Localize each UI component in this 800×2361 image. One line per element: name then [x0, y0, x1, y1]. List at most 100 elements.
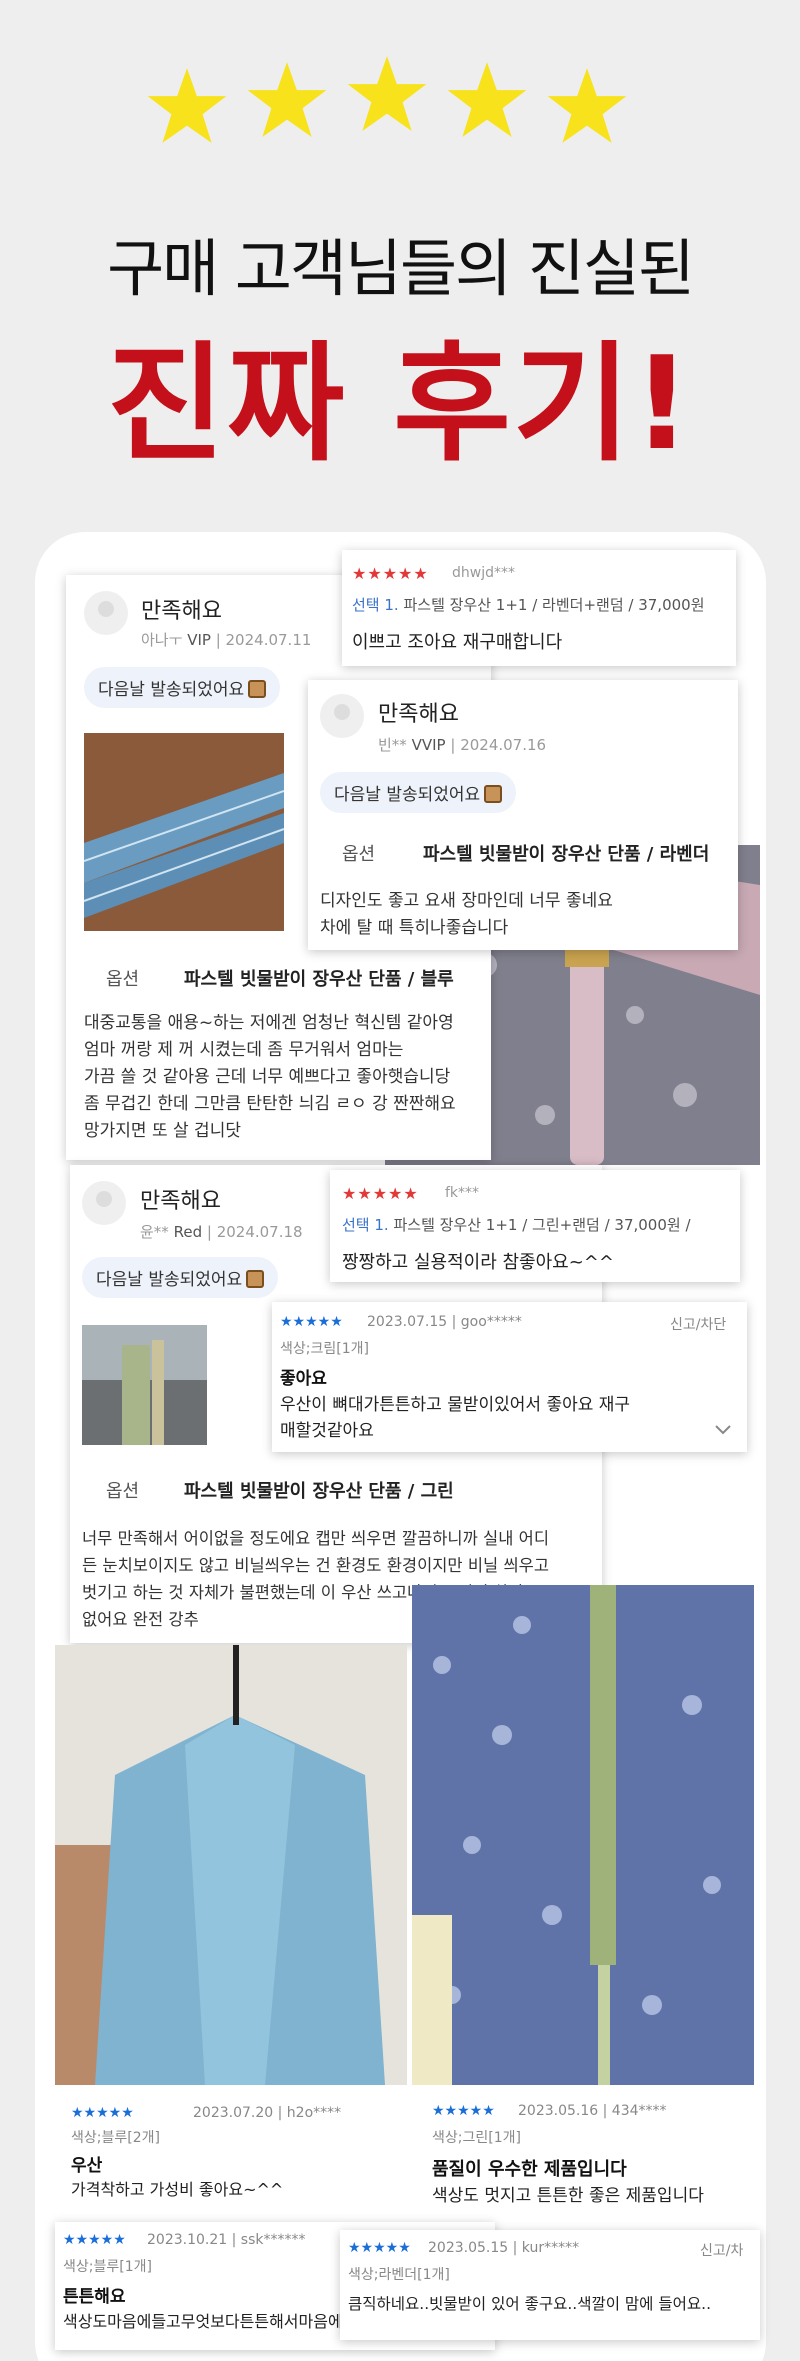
review-grade: VVIP	[411, 736, 446, 754]
review-option: 색상;그린[1개]	[432, 2130, 521, 2146]
review-option: 선택 1. 파스텔 장우산 1+1 / 그린+랜덤 / 37,000원 /	[342, 1214, 691, 1235]
review-user: 아나ㅜ	[141, 631, 183, 649]
review-card-6[interactable]: ★★★★★ 2023.07.15 | goo***** 신고/차단 색상;크림[…	[272, 1302, 747, 1452]
review-meta: 2023.07.20 | h2o****	[193, 2105, 342, 2121]
review-title: 만족해요	[378, 702, 459, 727]
option-value: 파스텔 빗물받이 장우산 단품 / 라벤더	[423, 844, 710, 865]
review-date: 2024.07.18	[216, 1223, 303, 1241]
review-date: 2024.07.16	[460, 736, 547, 754]
review-user: goo*****	[460, 1314, 522, 1330]
review-date: 2023.07.20	[193, 2105, 274, 2121]
review-option: 색상;블루[2개]	[71, 2130, 160, 2146]
badge-text: 다음날 발송되었어요	[334, 785, 481, 805]
review-card-2[interactable]: ★★★★★ dhwjd*** 선택 1. 파스텔 장우산 1+1 / 라벤더+랜…	[342, 550, 736, 666]
shipping-badge: 다음날 발송되었어요	[84, 667, 281, 708]
rating-stars: ★★★★★	[352, 564, 429, 583]
review-meta: 2023.05.16 | 434****	[518, 2103, 667, 2119]
avatar	[320, 694, 364, 738]
review-user: 빈**	[378, 736, 407, 754]
rating-stars: ★★★★★	[63, 2232, 126, 2248]
shipping-badge: 다음날 발송되었어요	[82, 1257, 279, 1298]
review-card-3[interactable]: 만족해요 빈** VVIP | 2024.07.16 다음날 발송되었어요 옵션…	[308, 680, 738, 950]
review-card-8[interactable]: ★★★★★ 2023.05.16 | 434**** 색상;그린[1개] 품질이…	[412, 1585, 754, 2215]
review-option: 색상;블루[1개]	[63, 2259, 152, 2275]
review-meta: 2023.10.21 | ssk******	[147, 2232, 306, 2248]
review-body-line: 든 눈치보이지도 않고 비닐씌우는 건 환경도 환경이지만 비닐 씌우고	[82, 1556, 549, 1575]
review-body-line: 엄마 꺼랑 제 꺼 시켰는데 좀 무거워서 엄마는	[84, 1040, 404, 1060]
review-headline: 우산	[71, 2156, 103, 2176]
review-date: 2023.05.15	[428, 2240, 509, 2256]
review-meta: 빈** VVIP | 2024.07.16	[378, 736, 547, 754]
package-icon	[248, 680, 267, 698]
review-meta: 윤** Red | 2024.07.18	[140, 1223, 303, 1241]
badge-text: 다음날 발송되었어요	[96, 1270, 243, 1290]
review-headline: 품질이 우수한 제품입니다	[432, 2159, 627, 2180]
review-user: ssk******	[240, 2232, 306, 2248]
review-card-7[interactable]: ★★★★★ 2023.07.20 | h2o**** 색상;블루[2개]	[55, 1645, 407, 2165]
review-photo-blue	[84, 733, 284, 931]
review-card-10[interactable]: ★★★★★ 2023.05.15 | kur***** 신고/차 색상;라벤더[…	[340, 2230, 760, 2340]
package-icon	[246, 1270, 265, 1288]
badge-text: 다음날 발송되었어요	[98, 680, 245, 700]
rating-stars	[0, 56, 800, 165]
package-icon	[484, 785, 503, 803]
star-icon	[447, 62, 527, 137]
star-icon	[347, 56, 427, 131]
review-user: dhwjd***	[452, 565, 515, 581]
review-body: 가격착하고 가성비 좋아요~^^	[71, 2180, 284, 2199]
review-photo-sky-blue	[55, 1645, 407, 2085]
avatar	[84, 591, 128, 635]
review-card-5[interactable]: ★★★★★ fk*** 선택 1. 파스텔 장우산 1+1 / 그린+랜덤 / …	[330, 1170, 740, 1282]
review-user: 434****	[611, 2103, 667, 2119]
review-body: 색상도마음에들고무엇보다튼튼해서마음에들어요	[63, 2312, 387, 2331]
review-grade: VIP	[187, 631, 211, 649]
review-body: 우산이 뼈대가튼튼하고 물받이있어서 좋아요 재구 매할것같아요	[280, 1392, 740, 1444]
review-user: fk***	[445, 1185, 480, 1201]
review-user: 윤**	[140, 1223, 169, 1241]
option-value: 파스텔 빗물받이 장우산 단품 / 그린	[184, 1481, 454, 1502]
review-body: 디자인도 좋고 요새 장마인데 너무 좋네요 차에 탈 때 특히나좋습니다	[320, 888, 730, 942]
header-subtitle: 구매 고객님들의 진실된	[107, 232, 695, 305]
report-block-link[interactable]: 신고/차	[700, 2240, 743, 2260]
review-body-line: 대중교통을 애용~하는 저에겐 엄청난 혁신템 같아영	[84, 1013, 454, 1033]
review-body-line: 좀 무겁긴 한데 그만큼 탄탄한 늬김 ㄹㅇ 강 짠짠해요	[84, 1094, 456, 1114]
review-date: 2023.10.21	[147, 2232, 228, 2248]
option-value: 파스텔 빗물받이 장우산 단품 / 블루	[184, 969, 454, 990]
review-body: 대중교통을 애용~하는 저에겐 엄청난 혁신템 같아영 엄마 꺼랑 제 꺼 시켰…	[84, 1010, 484, 1145]
option-label: 옵션	[106, 969, 140, 990]
avatar	[82, 1181, 126, 1225]
review-meta: 아나ㅜ VIP | 2024.07.11	[141, 631, 312, 649]
select-option: 파스텔 장우산 1+1 / 라벤더+랜덤 / 37,000원	[403, 596, 705, 614]
review-title: 만족해요	[141, 599, 222, 624]
rating-stars: ★★★★★	[432, 2103, 495, 2119]
review-body: 색상도 멋지고 튼튼한 좋은 제품입니다	[432, 2186, 704, 2206]
option-label: 옵션	[342, 844, 376, 865]
review-option: 색상;크림[1개]	[280, 1341, 369, 1357]
review-grade: Red	[173, 1223, 203, 1241]
rating-stars: ★★★★★	[342, 1184, 419, 1203]
review-body-line: 우산이 뼈대가튼튼하고 물받이있어서 좋아요 재구	[280, 1395, 631, 1415]
review-body-line: 망가지면 또 살 겁니닷	[84, 1121, 241, 1141]
report-block-link[interactable]: 신고/차단	[670, 1314, 726, 1334]
chevron-down-icon[interactable]	[714, 1424, 732, 1436]
rating-stars: ★★★★★	[348, 2240, 411, 2256]
rating-stars: ★★★★★	[280, 1314, 343, 1330]
review-option: 색상;라벤더[1개]	[348, 2267, 450, 2283]
review-date: 2023.07.15	[367, 1314, 448, 1330]
review-photo-green	[82, 1325, 207, 1445]
review-body-line: 가끔 쓸 것 같아용 근데 너무 예쁘다고 좋아햇습니당	[84, 1067, 451, 1087]
review-date: 2024.07.11	[225, 631, 312, 649]
review-body: 큼직하네요..빗물받이 있어 좋구요..색깔이 맘에 들어요..	[348, 2295, 711, 2313]
review-photo-floral	[412, 1585, 754, 2085]
review-body-line: 매할것같아요	[280, 1421, 374, 1441]
select-label: 선택 1.	[352, 596, 399, 614]
review-body: 짱짱하고 실용적이라 참좋아요~^^	[342, 1252, 614, 1273]
select-label: 선택 1.	[342, 1216, 389, 1234]
review-headline: 튼튼해요	[63, 2287, 126, 2307]
review-headline: 좋아요	[280, 1369, 327, 1389]
review-body-line: 너무 만족해서 어이없을 정도에요 캡만 씌우면 깔끔하니까 실내 어디	[82, 1529, 549, 1548]
select-option: 파스텔 장우산 1+1 / 그린+랜덤 / 37,000원 /	[393, 1216, 691, 1234]
review-user: kur*****	[521, 2240, 580, 2256]
header-title: 진짜 후기!	[107, 330, 693, 479]
review-date: 2023.05.16	[518, 2103, 599, 2119]
